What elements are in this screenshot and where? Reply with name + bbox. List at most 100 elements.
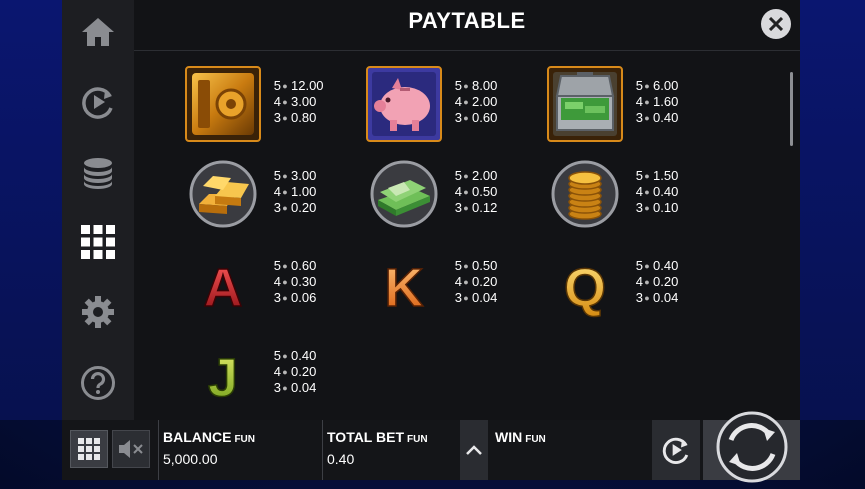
settings-button[interactable]: [78, 292, 118, 332]
letter-j-glyph: J: [208, 348, 238, 408]
bullet: ●: [644, 171, 650, 181]
help-button[interactable]: [78, 363, 118, 403]
win-display: WIN FUN: [495, 429, 645, 489]
win-currency: FUN: [525, 434, 546, 445]
payout-value: 6.00: [653, 78, 679, 93]
payout-value: 0.60: [291, 258, 317, 273]
autoplay-button[interactable]: [78, 82, 118, 122]
bullet: ●: [644, 113, 650, 123]
payout-value: 0.40: [653, 184, 679, 199]
sound-button[interactable]: [112, 430, 150, 468]
payout-row: 5 ● 2.00: [450, 168, 498, 184]
bet-up-button[interactable]: [460, 420, 488, 480]
paytable-entry-coin-stack: 5 ● 1.50 4 ● 0.40 3 ● 0.10: [547, 156, 727, 246]
match-count: 4: [454, 94, 462, 109]
help-icon: [81, 366, 115, 400]
match-count: 5: [273, 258, 281, 273]
bullet: ●: [644, 293, 650, 303]
scrollbar[interactable]: [790, 72, 793, 146]
payout-row: 5 ● 8.00: [450, 78, 498, 94]
payout-row: 4 ● 3.00: [269, 94, 324, 110]
close-button[interactable]: [761, 9, 791, 39]
briefcase-of-money-icon: [547, 66, 623, 142]
payout-list: 5 ● 1.50 4 ● 0.40 3 ● 0.10: [631, 168, 679, 216]
bet-up-chevron-icon: [466, 445, 482, 455]
payout-list: 5 ● 0.50 4 ● 0.20 3 ● 0.04: [450, 258, 498, 306]
match-count: 3: [273, 290, 281, 305]
total-bet-label: TOTAL BET: [327, 429, 404, 445]
match-count: 5: [273, 78, 281, 93]
match-count: 5: [454, 78, 462, 93]
bullet: ●: [463, 203, 469, 213]
background-left: [0, 0, 62, 420]
payout-row: 5 ● 0.60: [269, 258, 317, 274]
bullet: ●: [644, 97, 650, 107]
bullet: ●: [282, 97, 288, 107]
balance-display: BALANCE FUN 5,000.00: [163, 429, 323, 489]
bullet: ●: [282, 171, 288, 181]
payout-row: 4 ● 0.20: [269, 364, 317, 380]
bullet: ●: [463, 293, 469, 303]
bullet: ●: [282, 187, 288, 197]
bet-coins-button[interactable]: [78, 152, 118, 192]
sidebar: [62, 0, 134, 420]
payout-row: 3 ● 0.60: [450, 110, 498, 126]
paytable-button[interactable]: [78, 222, 118, 262]
paytable-entry-j: J 5 ● 0.40 4 ● 0.20 3 ● 0.04: [185, 336, 365, 426]
paytable-entry-briefcase: 5 ● 6.00 4 ● 1.60 3 ● 0.40: [547, 66, 727, 156]
page-title: PAYTABLE: [408, 8, 526, 33]
payout-row: 5 ● 3.00: [269, 168, 317, 184]
autoplay-footer-button[interactable]: [652, 420, 700, 480]
payout-row: 3 ● 0.04: [450, 290, 498, 306]
payout-value: 0.04: [472, 290, 498, 305]
bullet: ●: [282, 277, 288, 287]
paytable-entry-cash-stack: 5 ● 2.00 4 ● 0.50 3 ● 0.12: [366, 156, 546, 246]
payout-value: 0.04: [653, 290, 679, 305]
match-count: 3: [454, 200, 462, 215]
match-count: 4: [273, 274, 281, 289]
balance-value: 5,000.00: [163, 451, 218, 467]
payout-row: 3 ● 0.12: [450, 200, 498, 216]
home-icon: [82, 18, 114, 46]
paytable-grid-icon: [81, 225, 115, 259]
autoplay-icon: [82, 87, 113, 119]
letter-j-icon: J: [207, 347, 239, 409]
bullet: ●: [282, 203, 288, 213]
match-count: 5: [273, 348, 281, 363]
balance-label: BALANCE: [163, 429, 232, 445]
background-right: [800, 0, 865, 420]
menu-button[interactable]: [70, 430, 108, 468]
payout-value: 0.80: [291, 110, 317, 125]
payout-row: 4 ● 1.00: [269, 184, 317, 200]
home-button[interactable]: [78, 12, 118, 52]
payout-value: 2.00: [472, 168, 498, 183]
bullet: ●: [282, 351, 288, 361]
payout-value: 1.50: [653, 168, 679, 183]
divider: [158, 420, 159, 480]
letter-q-glyph: Q: [564, 258, 606, 318]
close-icon: [769, 17, 783, 31]
payout-value: 0.20: [291, 200, 317, 215]
payout-value: 0.12: [472, 200, 498, 215]
payout-value: 0.04: [291, 380, 317, 395]
divider: [322, 420, 323, 480]
match-count: 5: [635, 78, 643, 93]
payout-list: 5 ● 8.00 4 ● 2.00 3 ● 0.60: [450, 78, 498, 126]
bullet: ●: [644, 203, 650, 213]
match-count: 5: [635, 258, 643, 273]
paytable-entry-gold-bars: 5 ● 3.00 4 ● 1.00 3 ● 0.20: [185, 156, 365, 246]
match-count: 4: [273, 94, 281, 109]
match-count: 3: [454, 290, 462, 305]
letter-a-icon: A: [203, 257, 244, 319]
match-count: 4: [635, 94, 643, 109]
payout-value: 0.40: [291, 348, 317, 363]
total-bet-value: 0.40: [327, 451, 355, 467]
payout-row: 4 ● 1.60: [631, 94, 679, 110]
match-count: 4: [273, 184, 281, 199]
bullet: ●: [644, 187, 650, 197]
payout-row: 5 ● 0.40: [269, 348, 317, 364]
payout-row: 3 ● 0.20: [269, 200, 317, 216]
bullet: ●: [463, 171, 469, 181]
spin-button[interactable]: [703, 411, 800, 483]
payout-value: 0.30: [291, 274, 317, 289]
